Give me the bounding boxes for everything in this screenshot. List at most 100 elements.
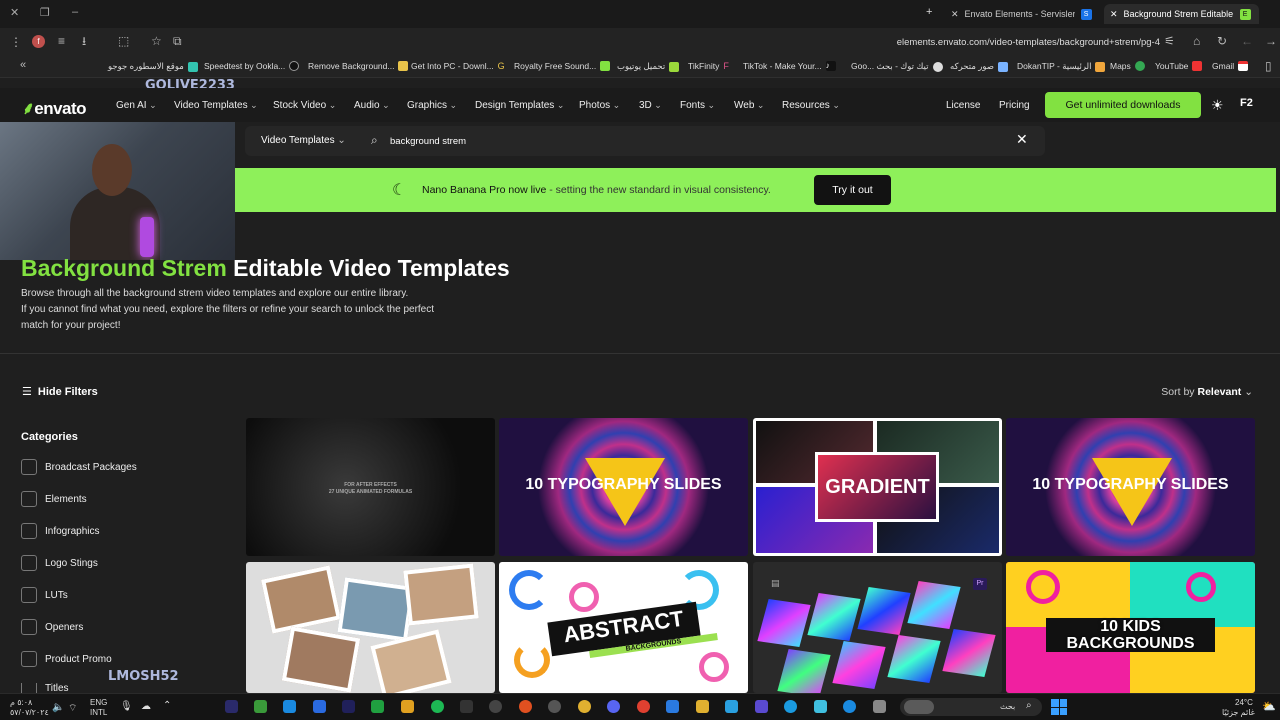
template-card-abstract[interactable]: ABSTRACT BACKGROUNDS bbox=[499, 562, 748, 693]
app-icon[interactable] bbox=[313, 700, 326, 713]
show-hidden-icon[interactable]: ⌃ bbox=[163, 700, 171, 711]
template-card-typography-2[interactable]: 10 TYPOGRAPHY SLIDES bbox=[1006, 418, 1255, 556]
clear-search-icon[interactable]: ✕ bbox=[1016, 131, 1028, 148]
nav-item-photos[interactable]: Photos bbox=[579, 100, 620, 111]
app-icon[interactable] bbox=[225, 700, 238, 713]
nav-license-link[interactable]: License bbox=[946, 100, 980, 111]
extensions-icon[interactable]: ⬚ bbox=[118, 35, 129, 47]
volume-icon[interactable]: 🔈 bbox=[52, 702, 64, 713]
app-icon[interactable] bbox=[873, 700, 886, 713]
bookmark-folder-icon[interactable]: ▯ bbox=[1265, 60, 1272, 72]
bookmark-item[interactable]: Remove Background... bbox=[308, 61, 409, 71]
after-effects-icon[interactable] bbox=[342, 700, 355, 713]
url-field[interactable]: elements.envato.com/video-templates/back… bbox=[897, 37, 1160, 48]
bookmark-item[interactable]: Royalty Free Sound... bbox=[514, 61, 611, 71]
bookmark-item[interactable]: Speedtest by Ookla... bbox=[204, 61, 300, 71]
nav-item-audio[interactable]: Audio bbox=[354, 100, 390, 111]
search-input[interactable]: background strem bbox=[390, 136, 466, 147]
bookmark-item[interactable]: Maps bbox=[1110, 61, 1145, 71]
edge-icon[interactable] bbox=[784, 700, 797, 713]
hide-filters-button[interactable]: ☰ Hide Filters bbox=[22, 385, 98, 399]
template-card-gradient[interactable]: GRADIENT bbox=[753, 418, 1002, 556]
nav-item-stock-video[interactable]: Stock Video bbox=[273, 100, 336, 111]
obs-icon[interactable] bbox=[489, 700, 502, 713]
app-icon[interactable] bbox=[254, 700, 267, 713]
nav-item-graphics[interactable]: Graphics bbox=[407, 100, 457, 111]
teams-icon[interactable] bbox=[755, 700, 768, 713]
new-tab-button[interactable]: + bbox=[926, 6, 932, 18]
app-icon[interactable] bbox=[578, 700, 591, 713]
reload-icon[interactable]: ↻ bbox=[1217, 35, 1227, 47]
cloud-icon[interactable]: ☁ bbox=[141, 701, 151, 712]
category-checkbox[interactable]: LUTs bbox=[21, 587, 68, 603]
app-icon[interactable] bbox=[460, 700, 473, 713]
nav-item-web[interactable]: Web bbox=[734, 100, 764, 111]
get-unlimited-downloads-button[interactable]: Get unlimited downloads bbox=[1045, 92, 1201, 118]
app-icon[interactable] bbox=[401, 700, 414, 713]
menu-dots-icon[interactable]: ⋮ bbox=[10, 36, 22, 48]
sort-dropdown[interactable]: Sort by Relevant ⌄ bbox=[1161, 386, 1253, 398]
wifi-icon[interactable]: ⌔ bbox=[68, 702, 77, 715]
bookmark-item[interactable]: TikTok - Make Your... ♪ bbox=[743, 61, 836, 71]
user-avatar[interactable]: F2 bbox=[1240, 97, 1253, 109]
restore-window-icon[interactable]: ❐ bbox=[40, 6, 50, 19]
nav-item-design-templates[interactable]: Design Templates bbox=[475, 100, 564, 111]
bookmark-item[interactable]: Gmail bbox=[1212, 61, 1249, 71]
bookmark-item[interactable]: موقع الاسطوره جوجو bbox=[108, 61, 198, 72]
forward-icon[interactable]: ← bbox=[1241, 35, 1253, 47]
close-tab-icon[interactable]: ✕ bbox=[1110, 9, 1118, 20]
tab-envato-elements[interactable]: ✕ Envato Elements - Servisler - St... S bbox=[945, 4, 1100, 24]
app-icon[interactable] bbox=[843, 700, 856, 713]
category-checkbox[interactable]: Elements bbox=[21, 491, 87, 507]
bookmark-item[interactable]: YouTube bbox=[1155, 61, 1203, 71]
bookmark-item[interactable]: DokanTIP - الرئيسية bbox=[1017, 61, 1106, 72]
file-explorer-icon[interactable] bbox=[696, 700, 709, 713]
taskbar-layout[interactable]: INTL bbox=[90, 708, 107, 717]
try-it-out-button[interactable]: Try it out bbox=[814, 175, 891, 205]
weather-temp[interactable]: 24°C bbox=[1235, 698, 1253, 707]
spotify-icon[interactable] bbox=[431, 700, 444, 713]
profile-icon[interactable]: f bbox=[32, 35, 45, 48]
app-icon[interactable] bbox=[725, 700, 738, 713]
home-icon[interactable]: ⌂ bbox=[1193, 35, 1200, 47]
windows-start-icon[interactable] bbox=[1051, 699, 1067, 715]
theme-toggle-icon[interactable]: ☀ bbox=[1211, 97, 1224, 114]
close-tab-icon[interactable]: ✕ bbox=[951, 9, 959, 20]
weather-icon[interactable]: ⛅ bbox=[1262, 700, 1276, 713]
nav-item-3d[interactable]: 3D bbox=[639, 100, 662, 111]
nav-item-resources[interactable]: Resources bbox=[782, 100, 840, 111]
app-icon[interactable] bbox=[519, 700, 532, 713]
template-card-kids[interactable]: 10 KIDS BACKGROUNDS bbox=[1006, 562, 1255, 693]
nav-item-gen-ai[interactable]: Gen AI bbox=[116, 100, 157, 111]
close-window-icon[interactable]: ✕ bbox=[10, 6, 19, 19]
bookmarks-overflow-icon[interactable]: « bbox=[20, 60, 26, 71]
bookmark-item[interactable]: صور متحركه bbox=[950, 61, 1008, 72]
template-card-typography[interactable]: 10 TYPOGRAPHY SLIDES bbox=[499, 418, 748, 556]
category-checkbox[interactable]: Openers bbox=[21, 619, 83, 635]
template-card-holographic[interactable]: ▤ Pr bbox=[753, 562, 1002, 693]
app-icon[interactable] bbox=[283, 700, 296, 713]
nav-item-fonts[interactable]: Fonts bbox=[680, 100, 715, 111]
download-icon[interactable]: ⭳ bbox=[82, 35, 86, 47]
steam-icon[interactable] bbox=[548, 700, 561, 713]
category-checkbox[interactable]: Product Promo bbox=[21, 651, 112, 667]
template-card-photos[interactable] bbox=[246, 562, 495, 693]
nav-pricing-link[interactable]: Pricing bbox=[999, 100, 1030, 111]
translate-icon[interactable]: ⧉ bbox=[173, 35, 182, 47]
xbox-icon[interactable] bbox=[371, 700, 384, 713]
mic-icon[interactable]: 🎙 bbox=[120, 701, 133, 712]
media-icon[interactable]: ≡ bbox=[58, 35, 65, 47]
taskbar-search-input[interactable]: بحث ⌕ bbox=[900, 698, 1042, 716]
category-checkbox[interactable]: Titles bbox=[21, 683, 69, 693]
minimize-window-icon[interactable]: – bbox=[72, 6, 78, 18]
site-settings-icon[interactable]: ⚟ bbox=[1164, 35, 1175, 47]
bookmark-star-icon[interactable]: ☆ bbox=[151, 35, 162, 47]
app-icon[interactable] bbox=[814, 700, 827, 713]
bookmark-item[interactable]: Get Into PC - Downl... G bbox=[411, 61, 508, 71]
category-checkbox[interactable]: Broadcast Packages bbox=[21, 459, 137, 475]
tab-background-strem[interactable]: ✕ Background Strem Editable Vid... E bbox=[1104, 4, 1259, 24]
bookmark-item[interactable]: TikFinity F bbox=[688, 61, 733, 71]
back-icon[interactable]: → bbox=[1265, 35, 1277, 47]
nav-item-video-templates[interactable]: Video Templates bbox=[174, 100, 258, 111]
chrome-icon[interactable] bbox=[637, 700, 650, 713]
